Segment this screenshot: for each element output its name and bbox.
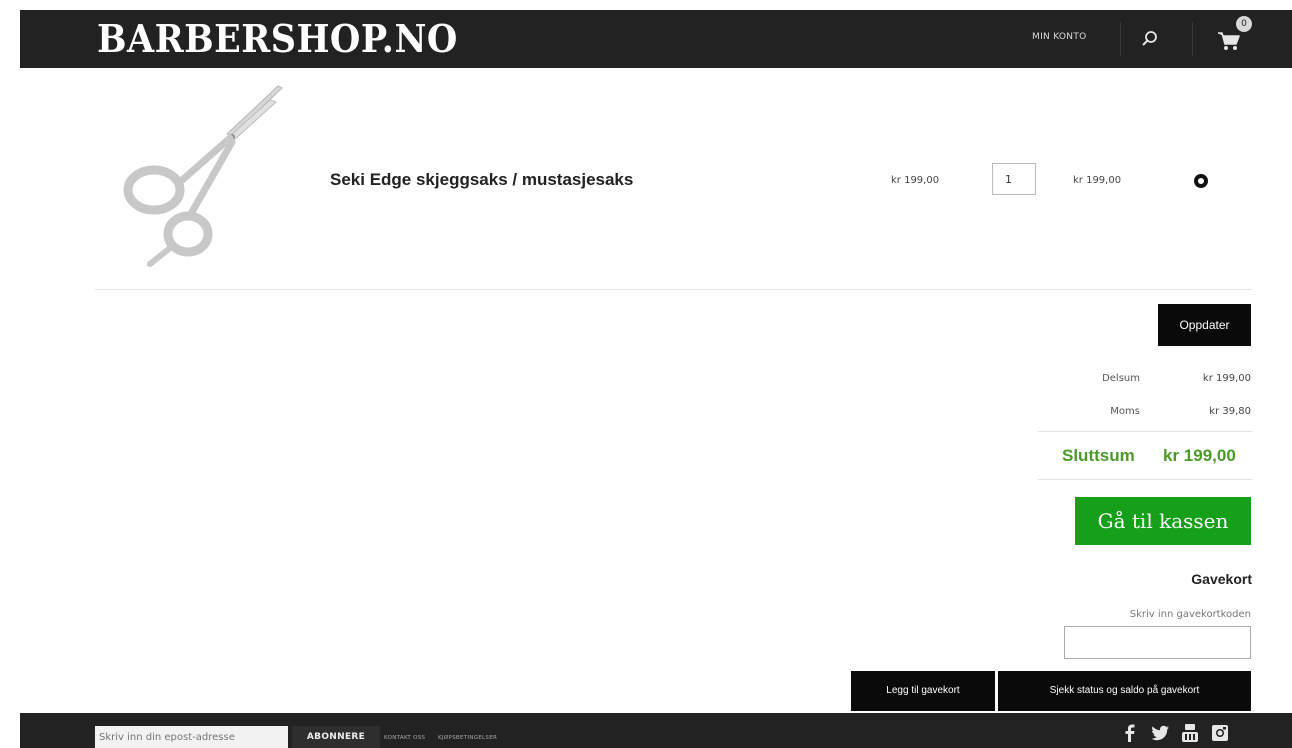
newsletter-email-input[interactable] (95, 726, 288, 748)
instagram-icon[interactable] (1210, 723, 1230, 743)
summary-divider (1038, 431, 1252, 432)
cart-count-badge: 0 (1236, 16, 1252, 32)
site-logo[interactable]: BARBERSHOP.NO (97, 14, 458, 64)
quantity-input[interactable] (992, 163, 1036, 195)
twitter-icon[interactable] (1150, 723, 1170, 743)
gift-card-input-label: Skriv inn gavekortkoden (1129, 609, 1251, 620)
search-icon[interactable] (1138, 28, 1160, 50)
total-value: kr 199,00 (1163, 446, 1236, 465)
product-image[interactable] (110, 84, 290, 268)
cart-icon[interactable]: 0 (1216, 16, 1256, 56)
top-navigation-bar: BARBERSHOP.NO MIN KONTO 0 (20, 10, 1292, 68)
nav-divider (1120, 22, 1121, 56)
nav-divider (1192, 22, 1193, 56)
product-name[interactable]: Seki Edge skjeggsaks / mustasjesaks (330, 170, 633, 190)
vat-label: Moms (1110, 406, 1140, 417)
gift-card-code-input[interactable] (1064, 626, 1251, 659)
facebook-icon[interactable] (1120, 723, 1140, 743)
summary-divider (1038, 479, 1252, 480)
line-total: kr 199,00 (1073, 175, 1122, 186)
unit-price: kr 199,00 (891, 175, 940, 186)
footer-bar: ABONNERE KONTAKT OSS KJØPSBETINGELSER (20, 713, 1292, 748)
update-cart-button[interactable]: Oppdater (1158, 304, 1251, 346)
vat-value: kr 39,80 (1209, 406, 1251, 417)
subtotal-label: Delsum (1102, 373, 1140, 384)
remove-icon[interactable] (1193, 173, 1209, 189)
my-account-link[interactable]: MIN KONTO (1032, 32, 1087, 42)
footer-link-terms[interactable]: KJØPSBETINGELSER (438, 735, 497, 741)
add-gift-card-button[interactable]: Legg til gavekort (851, 671, 995, 711)
check-gift-card-balance-button[interactable]: Sjekk status og saldo på gavekort (998, 671, 1251, 711)
footer-link-contact[interactable]: KONTAKT OSS (384, 735, 425, 741)
youtube-icon[interactable] (1180, 723, 1200, 743)
total-label: Sluttsum (1062, 446, 1135, 465)
subscribe-button[interactable]: ABONNERE (292, 726, 380, 748)
checkout-button[interactable]: Gå til kassen (1075, 497, 1251, 545)
gift-card-heading: Gavekort (1191, 571, 1252, 587)
subtotal-value: kr 199,00 (1202, 373, 1251, 384)
cart-divider (95, 289, 1252, 290)
